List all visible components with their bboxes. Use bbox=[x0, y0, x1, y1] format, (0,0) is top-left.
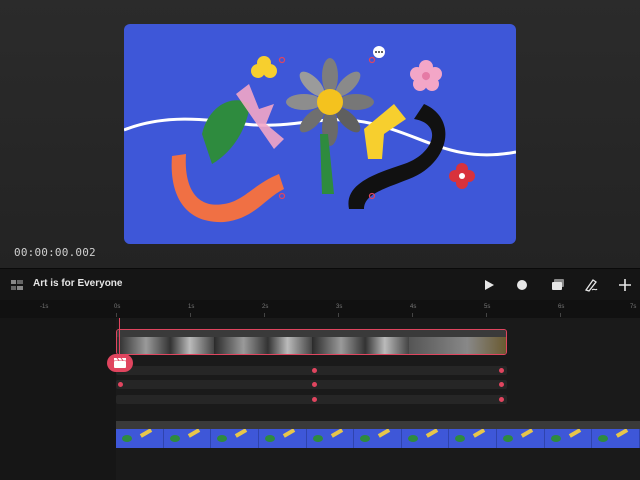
clip-thumbnail bbox=[214, 337, 312, 354]
clip-thumbnails bbox=[117, 337, 506, 354]
ruler-tick bbox=[190, 313, 191, 317]
clip-thumbnail bbox=[544, 429, 593, 448]
record-icon bbox=[517, 280, 527, 290]
artwork-canvas[interactable] bbox=[124, 24, 516, 244]
track-header-column bbox=[0, 318, 116, 480]
keyframe-marker[interactable] bbox=[499, 368, 504, 373]
ruler-label: -1s bbox=[40, 304, 49, 310]
ruler-label: 4s bbox=[410, 304, 417, 310]
clip-thumbnail bbox=[354, 429, 402, 448]
ruler-label: 5s bbox=[484, 304, 491, 310]
keyframe-marker[interactable] bbox=[499, 382, 504, 387]
draw-pen-icon bbox=[584, 279, 598, 292]
ruler-label: 0s bbox=[114, 304, 121, 310]
keyframe-row[interactable] bbox=[116, 380, 507, 389]
clip-thumbnail bbox=[117, 337, 215, 354]
app-window: 00:00:00.002 Art is for Everyone -1s 0s … bbox=[0, 0, 640, 480]
time-ruler[interactable]: -1s 0s 1s 2s 3s 4s 5s 6s 7s bbox=[0, 300, 640, 318]
ruler-tick bbox=[264, 313, 265, 317]
clip-stack-button[interactable] bbox=[550, 277, 566, 293]
clip-header bbox=[116, 421, 640, 429]
clip-thumbnails bbox=[116, 429, 640, 448]
add-button[interactable] bbox=[617, 277, 633, 293]
ruler-label: 2s bbox=[262, 304, 269, 310]
clip-thumbnail bbox=[408, 337, 506, 354]
clip-background-artwork[interactable] bbox=[116, 421, 640, 448]
ruler-label: 7s bbox=[630, 304, 637, 310]
ruler-tick bbox=[338, 313, 339, 317]
clip-thumbnail bbox=[449, 429, 498, 448]
timeline-toolbar: Art is for Everyone bbox=[0, 268, 640, 300]
clip-thumbnail bbox=[592, 429, 640, 448]
draw-pen-button[interactable] bbox=[583, 277, 599, 293]
ruler-label: 6s bbox=[558, 304, 565, 310]
keyframe-row[interactable] bbox=[116, 366, 507, 375]
keyframe-marker[interactable] bbox=[499, 397, 504, 402]
add-icon bbox=[619, 279, 631, 291]
clip-thumbnail bbox=[163, 429, 212, 448]
clip-thumbnail bbox=[211, 429, 259, 448]
ruler-tick bbox=[486, 313, 487, 317]
selected-clip-flower[interactable] bbox=[116, 329, 507, 355]
play-icon bbox=[485, 280, 494, 290]
record-button[interactable] bbox=[514, 277, 530, 293]
clip-thumbnail bbox=[401, 429, 450, 448]
artwork-illustration bbox=[124, 46, 516, 223]
playhead-line[interactable] bbox=[119, 318, 120, 358]
keyframe-marker[interactable] bbox=[312, 368, 317, 373]
ruler-label: 3s bbox=[336, 304, 343, 310]
project-title: Art is for Everyone bbox=[33, 278, 123, 289]
clapperboard-icon bbox=[114, 358, 126, 368]
ruler-tick bbox=[560, 313, 561, 317]
clip-thumbnail bbox=[311, 337, 409, 354]
layers-icon[interactable] bbox=[11, 280, 23, 290]
clip-thumbnail bbox=[116, 429, 164, 448]
keyframe-row[interactable] bbox=[116, 395, 507, 404]
timecode-display: 00:00:00.002 bbox=[14, 246, 96, 259]
clip-thumbnail bbox=[306, 429, 355, 448]
ruler-tick bbox=[116, 313, 117, 317]
keyframe-marker[interactable] bbox=[312, 382, 317, 387]
ruler-label: 1s bbox=[188, 304, 195, 310]
keyframe-marker[interactable] bbox=[118, 382, 123, 387]
clip-thumbnail bbox=[497, 429, 545, 448]
play-button[interactable] bbox=[481, 277, 497, 293]
clip-thumbnail bbox=[258, 429, 307, 448]
preview-panel: 00:00:00.002 bbox=[0, 0, 640, 268]
playhead-handle[interactable] bbox=[107, 354, 133, 372]
clip-header bbox=[117, 330, 506, 337]
ruler-tick bbox=[412, 313, 413, 317]
clip-stack-icon bbox=[552, 279, 564, 290]
keyframe-marker[interactable] bbox=[312, 397, 317, 402]
